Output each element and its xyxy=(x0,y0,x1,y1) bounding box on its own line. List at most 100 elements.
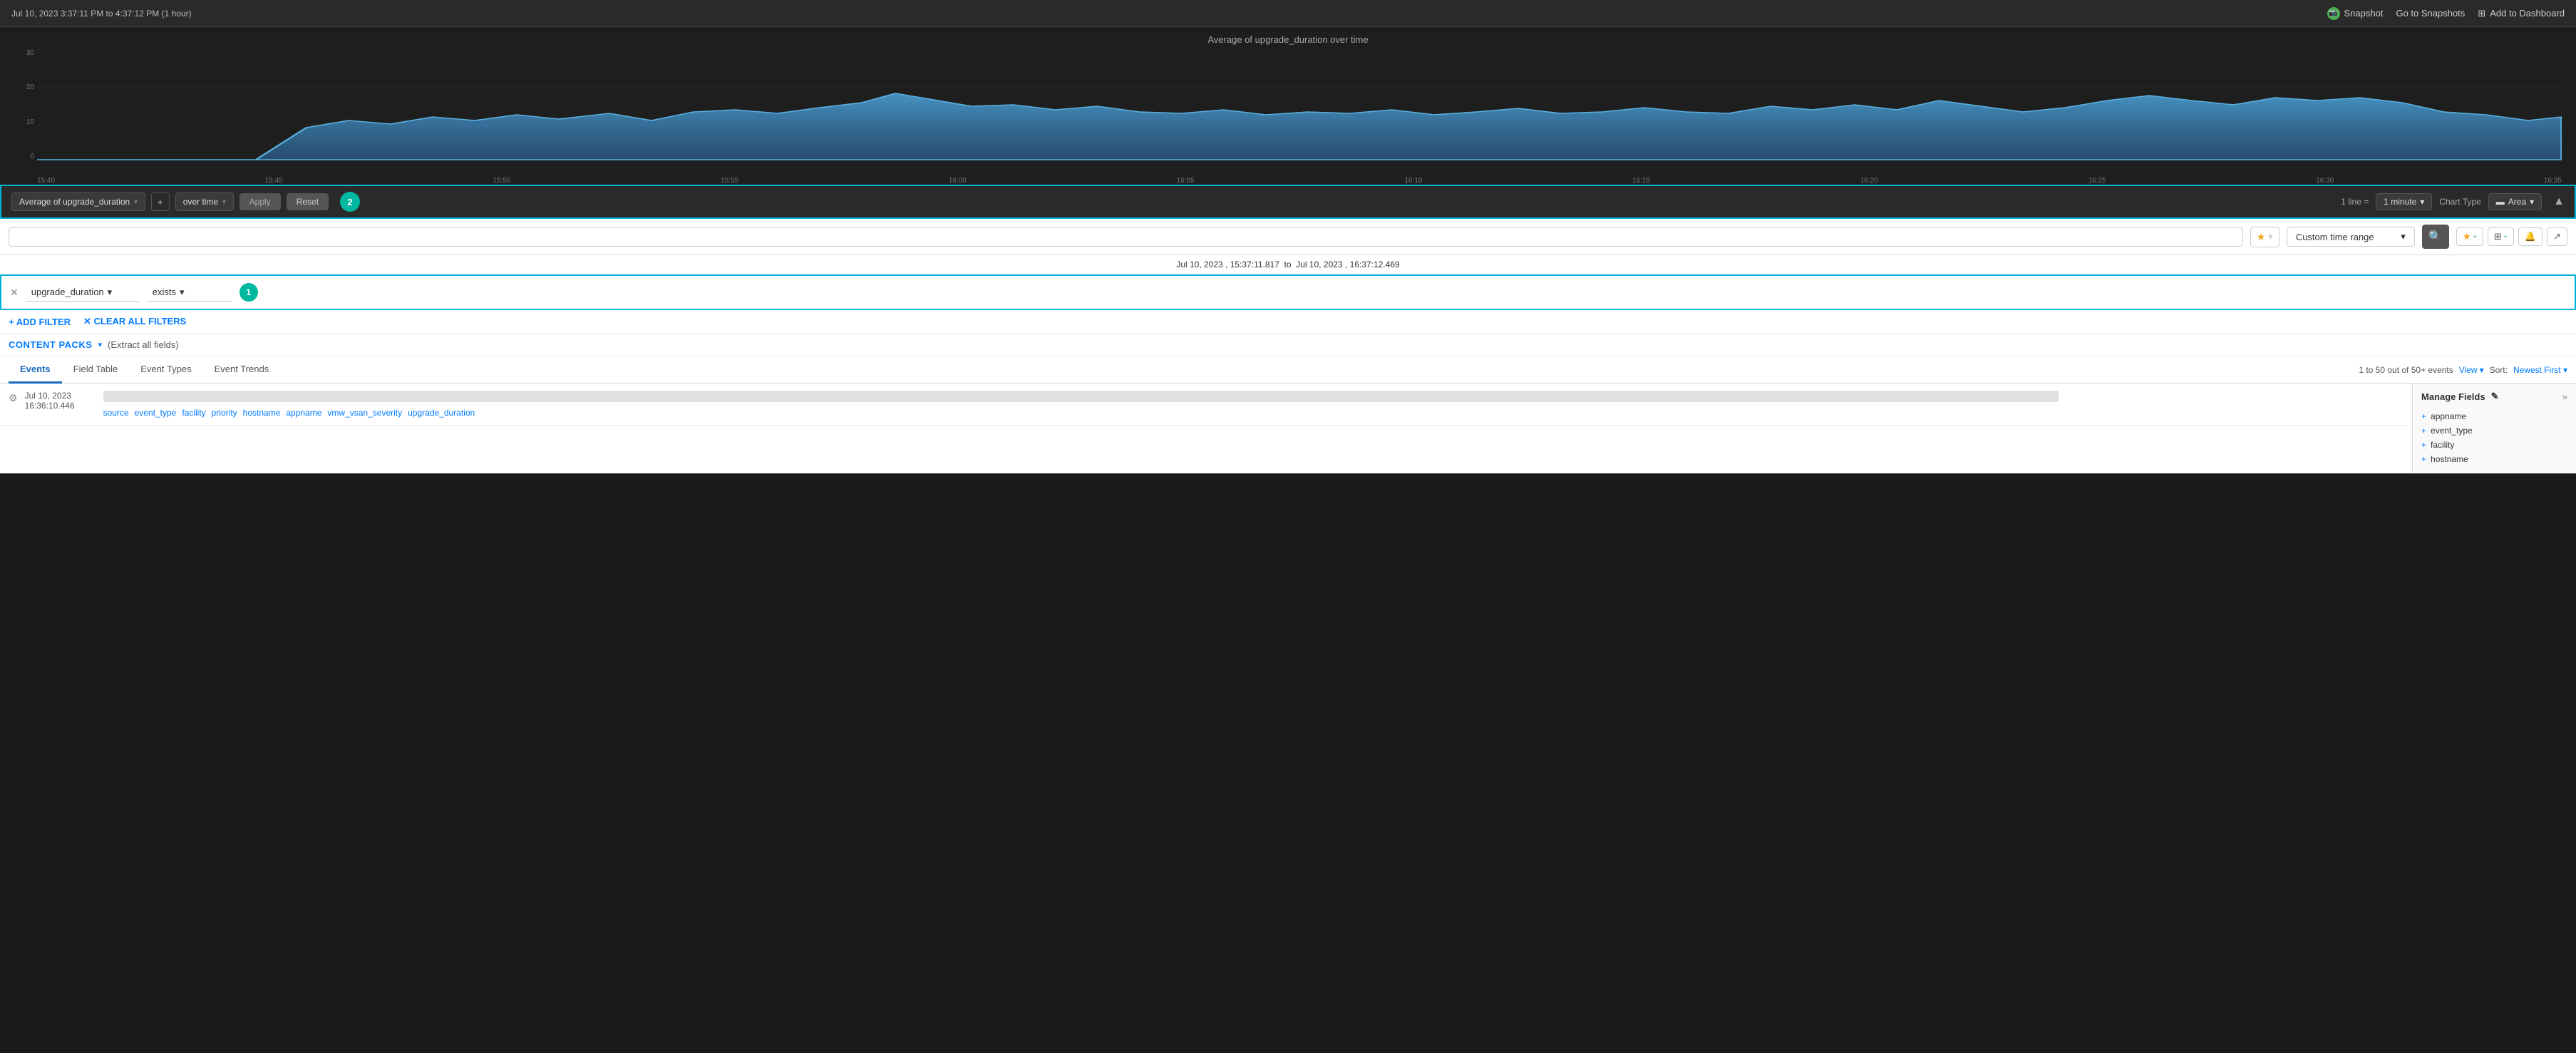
list-item: + hostname xyxy=(2421,452,2567,466)
content-packs-caret-icon[interactable]: ▾ xyxy=(98,340,102,349)
field-facility: facility xyxy=(2431,440,2454,450)
metric-dropdown[interactable]: Average of upgrade_duration ▾ xyxy=(11,192,145,211)
filter-field-caret-icon: ▾ xyxy=(108,287,113,298)
tab-event-trends[interactable]: Event Trends xyxy=(203,356,281,384)
controls-right: 1 line = 1 minute ▾ Chart Type ▬ Area ▾ … xyxy=(2341,193,2565,210)
x-label-1605: 16:05 xyxy=(1177,177,1195,185)
y-label-20: 20 xyxy=(14,83,34,91)
extract-fields-link[interactable]: (Extract all fields) xyxy=(108,339,179,350)
time-range-dropdown[interactable]: Custom time range ▾ xyxy=(2287,227,2415,247)
y-label-0: 0 xyxy=(14,153,34,160)
area-chart-icon: ▬ xyxy=(2496,197,2505,207)
time-range-detail: Jul 10, 2023 , 15:37:11.817 to Jul 10, 2… xyxy=(0,255,2576,274)
add-event-type-button[interactable]: + xyxy=(2421,426,2426,436)
edit-icon[interactable]: ✎ xyxy=(2491,391,2499,402)
chart-svg-area xyxy=(37,49,2562,163)
filter-op-caret-icon: ▾ xyxy=(180,287,185,298)
filter-field-dropdown[interactable]: upgrade_duration ▾ xyxy=(26,284,140,302)
list-item: + facility xyxy=(2421,438,2567,452)
manage-fields-panel: Manage Fields ✎ » + appname + event_type… xyxy=(2412,384,2576,473)
controls-badge: 2 xyxy=(340,192,360,212)
camera-icon: 📷 xyxy=(2327,7,2340,20)
bell-icon: 🔔 xyxy=(2525,231,2536,242)
filter-actions: + ADD FILTER ✕ CLEAR ALL FILTERS xyxy=(0,310,2576,334)
chart-container: Average of upgrade_duration over time 0 … xyxy=(0,27,2576,185)
events-list: ⚙ Jul 10, 2023 16:36:10.446 source event… xyxy=(0,384,2412,473)
event-options-icon[interactable]: ⚙ xyxy=(9,392,18,404)
top-bar-actions: 📷 Snapshot Go to Snapshots ⊞ Add to Dash… xyxy=(2327,7,2565,20)
controls-bar: Average of upgrade_duration ▾ + over tim… xyxy=(0,185,2576,219)
search-icon: 🔍 xyxy=(2428,230,2443,244)
snapshot-button[interactable]: 📷 Snapshot xyxy=(2327,7,2384,20)
add-to-dashboard-label: Add to Dashboard xyxy=(2490,8,2565,19)
share-button[interactable]: ↗ xyxy=(2547,227,2567,246)
tag-appname[interactable]: appname xyxy=(286,408,321,418)
reset-button[interactable]: Reset xyxy=(287,193,329,210)
search-input[interactable] xyxy=(16,232,2235,242)
event-message-blur xyxy=(103,391,2059,402)
chart-wrapper: 0 10 20 30 xyxy=(14,49,2562,185)
over-time-label: over time xyxy=(183,197,218,207)
snapshot-label: Snapshot xyxy=(2344,8,2384,19)
tabs-right: 1 to 50 out of 50+ events View ▾ Sort: N… xyxy=(2359,365,2567,375)
chart-type-dropdown[interactable]: ▬ Area ▾ xyxy=(2488,193,2542,210)
add-to-dashboard-button[interactable]: ⊞ Add to Dashboard xyxy=(2478,8,2565,19)
minute-dropdown[interactable]: 1 minute ▾ xyxy=(2376,193,2432,210)
tab-events[interactable]: Events xyxy=(9,356,62,384)
top-bar: Jul 10, 2023 3:37:11 PM to 4:37:12 PM (1… xyxy=(0,0,2576,27)
x-label-1615: 16:15 xyxy=(1632,177,1650,185)
tag-event-type[interactable]: event_type xyxy=(135,408,177,418)
metric-caret-icon: ▾ xyxy=(134,198,138,206)
search-button[interactable]: 🔍 xyxy=(2422,225,2449,249)
tabs-row: Events Field Table Event Types Event Tre… xyxy=(0,356,2576,384)
add-hostname-button[interactable]: + xyxy=(2421,454,2426,464)
time-to: Jul 10, 2023 , 16:37:12.469 xyxy=(1296,260,1399,269)
tag-vmw-vsan-severity[interactable]: vmw_vsan_severity xyxy=(327,408,402,418)
tag-upgrade-duration[interactable]: upgrade_duration xyxy=(408,408,475,418)
add-appname-button[interactable]: + xyxy=(2421,411,2426,421)
field-appname: appname xyxy=(2431,411,2466,421)
event-time: 16:36:10.446 xyxy=(25,401,96,411)
over-time-dropdown[interactable]: over time ▾ xyxy=(175,192,234,211)
sort-dropdown[interactable]: Newest First ▾ xyxy=(2513,365,2567,375)
filter-operator-dropdown[interactable]: exists ▾ xyxy=(147,284,232,302)
collapse-chart-button[interactable]: ▲ xyxy=(2553,195,2565,208)
sort-caret-icon: ▾ xyxy=(2563,365,2567,375)
x-label-1555: 15:55 xyxy=(721,177,738,185)
tag-hostname[interactable]: hostname xyxy=(243,408,281,418)
star-dropdown[interactable]: ★ ▾ xyxy=(2250,227,2279,247)
add-to-dashboard-icon-button[interactable]: ⊞+ xyxy=(2488,227,2514,246)
clear-all-filters-button[interactable]: ✕ CLEAR ALL FILTERS xyxy=(83,316,186,327)
tab-event-types[interactable]: Event Types xyxy=(129,356,202,384)
search-input-wrap xyxy=(9,227,2243,247)
line-equals-label: 1 line = xyxy=(2341,197,2369,207)
tag-priority[interactable]: priority xyxy=(212,408,237,418)
area-caret-icon: ▾ xyxy=(2530,197,2534,207)
search-filter-bar: ★ ▾ Custom time range ▾ 🔍 ★+ ⊞+ 🔔 ↗ xyxy=(0,219,2576,255)
list-item: + appname xyxy=(2421,409,2567,423)
tag-facility[interactable]: facility xyxy=(182,408,205,418)
x-label-1625: 16:25 xyxy=(2088,177,2106,185)
apply-button[interactable]: Apply xyxy=(239,193,281,210)
manage-fields-collapse-button[interactable]: » xyxy=(2562,391,2567,402)
add-filter-button[interactable]: + ADD FILTER xyxy=(9,317,71,327)
manage-fields-label: Manage Fields xyxy=(2421,391,2485,402)
action-icons: ★+ ⊞+ 🔔 ↗ xyxy=(2456,227,2567,246)
y-label-10: 10 xyxy=(14,118,34,126)
add-facility-button[interactable]: + xyxy=(2421,440,2426,450)
remove-filter-button[interactable]: ✕ xyxy=(10,287,19,299)
tab-field-table[interactable]: Field Table xyxy=(62,356,130,384)
x-label-1540: 15:40 xyxy=(37,177,55,185)
x-label-1550: 15:50 xyxy=(493,177,510,185)
save-search-button[interactable]: ★+ xyxy=(2456,227,2483,246)
go-to-snapshots-button[interactable]: Go to Snapshots xyxy=(2396,8,2465,19)
tag-source[interactable]: source xyxy=(103,408,129,418)
add-metric-button[interactable]: + xyxy=(151,192,170,211)
x-label-1600: 16:00 xyxy=(949,177,967,185)
time-range-text: Custom time range xyxy=(2296,232,2374,242)
content-packs-label[interactable]: CONTENT PACKS xyxy=(9,339,92,350)
sort-value-text: Newest First xyxy=(2513,365,2561,375)
alert-button[interactable]: 🔔 xyxy=(2518,227,2542,246)
view-dropdown[interactable]: View ▾ xyxy=(2459,365,2484,375)
event-tags: source event_type facility priority host… xyxy=(103,408,2404,418)
